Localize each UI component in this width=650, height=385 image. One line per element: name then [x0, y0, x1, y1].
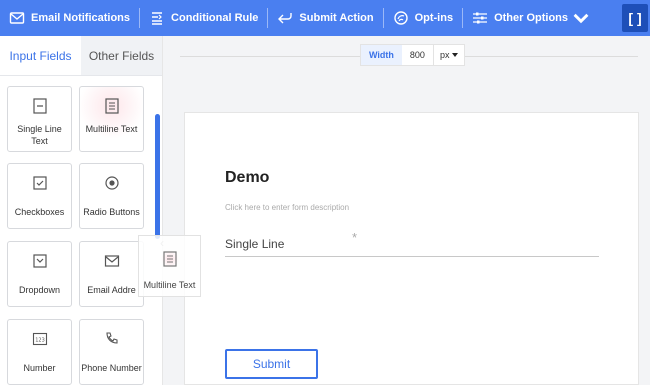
submit-button[interactable]: Submit — [225, 349, 318, 379]
other-options-label: Other Options — [494, 12, 569, 24]
single-line-field-input[interactable] — [225, 256, 599, 257]
width-control: Width 800 px — [360, 44, 466, 66]
field-label: Radio Buttons — [83, 207, 140, 217]
single-line-field-label[interactable]: Single Line — [225, 237, 284, 251]
conditional-rule-button[interactable]: Conditional Rule — [140, 0, 267, 36]
field-number[interactable]: 123 Number — [7, 319, 72, 385]
ghost-label: Multiline Text — [143, 280, 196, 290]
top-toolbar: Email Notifications Conditional Rule Sub… — [0, 0, 650, 36]
width-label: Width — [361, 45, 402, 65]
single-line-icon — [32, 98, 47, 114]
chevron-down-icon — [573, 13, 589, 24]
opt-ins-button[interactable]: Opt-ins — [384, 0, 463, 36]
field-label: Checkboxes — [14, 207, 65, 217]
field-label: Email Addre — [87, 285, 136, 295]
panel-scrollbar[interactable] — [155, 114, 160, 239]
submit-action-label: Submit Action — [299, 12, 374, 24]
field-label: Phone Number — [81, 363, 142, 373]
width-unit-select[interactable]: px — [434, 45, 465, 65]
field-label: Dropdown — [18, 285, 61, 295]
field-email-address[interactable]: Email Addre — [79, 241, 144, 307]
multiline-icon — [104, 98, 119, 114]
field-single-line-text[interactable]: Single Line Text — [7, 86, 72, 152]
sliders-icon — [473, 12, 488, 24]
fields-panel: Input Fields Other Fields Single Line Te… — [0, 36, 163, 385]
radio-icon — [104, 176, 119, 190]
required-indicator: * — [352, 230, 358, 245]
email-notifications-button[interactable]: Email Notifications — [0, 0, 139, 36]
field-multiline-text[interactable]: Multiline Text — [79, 86, 144, 152]
opt-ins-icon — [393, 11, 408, 25]
field-dropdown[interactable]: Dropdown — [7, 241, 72, 307]
field-checkboxes[interactable]: Checkboxes — [7, 163, 72, 229]
dragging-field-ghost[interactable]: Multiline Text — [138, 235, 201, 297]
phone-icon — [105, 332, 118, 344]
fullscreen-button[interactable]: [ ] — [622, 4, 648, 32]
field-phone-number[interactable]: Phone Number — [79, 319, 144, 385]
other-options-button[interactable]: Other Options — [463, 0, 604, 36]
field-radio-buttons[interactable]: Radio Buttons — [79, 163, 144, 229]
field-label: Single Line Text — [17, 124, 62, 146]
tab-other-fields[interactable]: Other Fields — [81, 36, 162, 75]
number-icon: 123 — [32, 332, 47, 346]
fields-tabs: Input Fields Other Fields — [0, 36, 162, 76]
form-preview: Demo Click here to enter form descriptio… — [184, 112, 639, 385]
conditional-rule-label: Conditional Rule — [171, 12, 259, 24]
email-notifications-label: Email Notifications — [31, 12, 131, 24]
mail-icon — [9, 12, 25, 24]
tab-input-fields[interactable]: Input Fields — [0, 36, 81, 75]
form-title[interactable]: Demo — [225, 169, 269, 187]
field-label: Number — [23, 363, 56, 373]
form-description[interactable]: Click here to enter form description — [225, 203, 349, 212]
field-label: Multiline Text — [85, 124, 138, 134]
svg-text:123: 123 — [35, 338, 45, 344]
submit-action-button[interactable]: Submit Action — [268, 0, 382, 36]
dropdown-icon — [32, 254, 47, 268]
submit-action-icon — [278, 13, 293, 24]
mail-icon — [104, 255, 119, 267]
form-builder: Email Notifications Conditional Rule Sub… — [0, 0, 650, 385]
form-canvas: Width 800 px Demo Click here to enter fo… — [164, 36, 650, 385]
conditional-rule-icon — [152, 12, 163, 25]
width-input[interactable]: 800 — [402, 45, 434, 65]
opt-ins-label: Opt-ins — [414, 12, 454, 24]
multiline-icon — [160, 250, 179, 268]
checkbox-icon — [32, 176, 47, 190]
